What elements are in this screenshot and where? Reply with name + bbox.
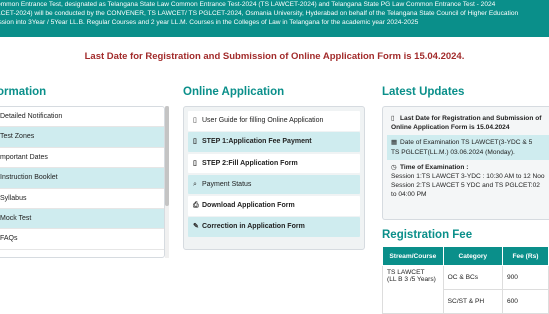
online-application-link-5[interactable]: ✎ Correction in Application Form: [188, 217, 360, 237]
update-line: Session 2:TS LAWCET 5 YDC and TS PGLCET:…: [391, 181, 549, 190]
online-application-list: ▯ User Guide for filling Online Applicati…: [183, 106, 365, 250]
update-text: Session 2:TS LAWCET 5 YDC and TS PGLCET:…: [391, 182, 540, 190]
update-line: to 04:00 PM: [391, 190, 549, 199]
deadline-notice: Last Date for Registration and Submissio…: [84, 51, 465, 62]
document-icon: ▯: [193, 138, 197, 146]
update-item[interactable]: ▦ Date of Examination TS LAWCET(3-YDC & 5…: [387, 135, 549, 160]
document-icon: ▯: [193, 117, 197, 124]
update-text: Last Date for Registration and Submissio…: [400, 115, 542, 122]
information-list: Detailed Notification Test Zones mportant …: [0, 106, 165, 258]
fee-amount-cell: 900: [501, 265, 549, 290]
banner-line: ission into 3Year / 5Year LL.B. Regular …: [0, 19, 419, 27]
banner-line: ommon Entrance Test, designated as Telan…: [0, 1, 496, 8]
search-icon: ⌕: [193, 180, 197, 188]
online-application-label: STEP 2:Fill Application Form: [202, 159, 298, 167]
update-line: TS PGLCET(LL.M.) 03.06.2024 (Monday).: [391, 148, 549, 157]
registration-fee-title: Registration Fee: [382, 229, 473, 241]
information-scrollbar[interactable]: [165, 106, 169, 258]
update-text: Session 1:TS LAWCET 3-YDC : 10:30 AM to …: [391, 173, 545, 181]
online-application-label: User Guide for filling Online Applicatio…: [202, 117, 324, 124]
fee-amount-cell: 600: [501, 289, 549, 314]
online-application-link-0[interactable]: ▯ User Guide for filling Online Applicati…: [188, 111, 360, 131]
latest-updates-title: Latest Updates: [382, 86, 465, 98]
information-link-0[interactable]: Detailed Notification: [0, 107, 164, 128]
online-application-label: Download Application Form: [202, 202, 295, 210]
calendar-icon: ▦: [391, 139, 398, 147]
online-application-link-2[interactable]: ▯ STEP 2:Fill Application Form: [188, 153, 360, 174]
online-application-title: Online Application: [183, 86, 285, 98]
print-icon: ⎙: [193, 202, 199, 210]
update-item[interactable]: ◷ Time of Examination : Session 1:TS LAWCE…: [387, 160, 549, 203]
online-application-link-4[interactable]: ⎙ Download Application Form: [188, 196, 360, 216]
update-line: Online Application Form is 15.04.2024: [391, 123, 549, 132]
information-link-3[interactable]: Instruction Booklet: [0, 168, 164, 189]
information-title: ormation: [0, 86, 47, 98]
fee-header-fee: Fee (Rs): [501, 246, 549, 266]
online-application-label: Payment Status: [202, 180, 252, 188]
online-application-link-1[interactable]: ▯ STEP 1:Application Fee Payment: [188, 132, 360, 152]
fee-course-detail: (LL B 3 /5 Years): [387, 276, 436, 283]
announcement-banner: ommon Entrance Test, designated as Telan…: [0, 0, 549, 37]
information-link-6[interactable]: FAQs: [0, 229, 164, 250]
information-link-5[interactable]: Mock Test: [0, 208, 164, 230]
fee-course-cell: TS LAWCET (LL B 3 /5 Years): [382, 265, 444, 314]
document-icon: ▯: [193, 159, 197, 167]
edit-icon: ✎: [193, 223, 199, 231]
scrollbar-thumb[interactable]: [165, 106, 169, 206]
fee-header-course: Stream/Course: [382, 246, 444, 266]
update-line: Session 1:TS LAWCET 3-YDC : 10:30 AM to …: [391, 172, 549, 181]
update-line: ▦ Date of Examination TS LAWCET(3-YDC & 5: [391, 138, 549, 147]
information-link-4[interactable]: Syllabus: [0, 189, 164, 209]
information-link-2[interactable]: mportant Dates: [0, 148, 164, 169]
update-line: ▯ Last Date for Registration and Submissi…: [391, 114, 549, 123]
clock-icon: ◷: [391, 163, 397, 171]
latest-updates-list: ▯ Last Date for Registration and Submissi…: [382, 106, 549, 220]
update-text: Date of Examination TS LAWCET(3-YDC & 5: [400, 139, 533, 147]
update-text: to 04:00 PM: [391, 191, 427, 199]
fee-course-name: TS LAWCET: [387, 269, 425, 276]
update-item[interactable]: ▯ Last Date for Registration and Submissi…: [387, 111, 549, 135]
update-text: TS PGLCET(LL.M.) 03.06.2024 (Monday).: [391, 148, 515, 156]
online-application-label: Correction in Application Form: [202, 223, 305, 231]
fee-category-cell: SC/ST & PH: [442, 289, 503, 314]
update-text: Online Application Form is 15.04.2024: [391, 124, 510, 132]
online-application-link-3[interactable]: ⌕ Payment Status: [188, 174, 360, 195]
update-line: ◷ Time of Examination :: [391, 163, 549, 172]
information-link-1[interactable]: Test Zones: [0, 127, 164, 148]
update-text: Time of Examination :: [400, 163, 469, 171]
fee-category-cell: OC & BCs: [442, 265, 503, 290]
table-row: TS LAWCET (LL B 3 /5 Years) OC & BCs 900: [382, 265, 549, 314]
online-application-label: STEP 1:Application Fee Payment: [202, 138, 312, 146]
fee-header-category: Category: [442, 246, 503, 266]
registration-fee-table: Stream/Course Category Fee (Rs) TS LAWCE…: [382, 246, 549, 314]
banner-line: LCET-2024) will be conducted by the CONV…: [0, 10, 519, 18]
document-icon: ▯: [391, 115, 395, 122]
